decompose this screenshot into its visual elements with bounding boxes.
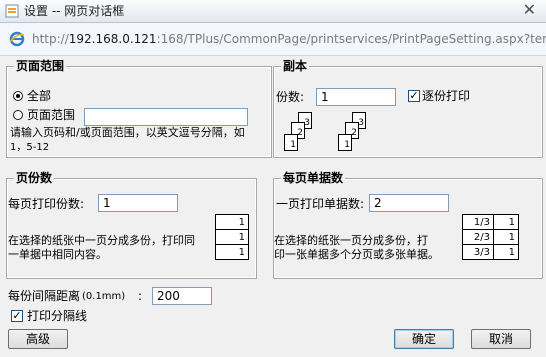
preview-cell: 3/3 bbox=[462, 244, 494, 260]
page-copies-input[interactable] bbox=[98, 194, 178, 212]
per-page-legend: 每页单据数 bbox=[281, 171, 346, 185]
page-copies-desc: 一单据中相同内容。 bbox=[8, 248, 107, 261]
preview-cell: 1 bbox=[215, 229, 249, 245]
separator-checkbox[interactable]: ✓ bbox=[11, 310, 23, 322]
per-page-input[interactable] bbox=[369, 194, 449, 212]
page-copies-preview: 1 1 1 bbox=[215, 214, 249, 260]
separator-label: 打印分隔线 bbox=[27, 309, 88, 323]
spacing-label: 每份间隔距离 bbox=[8, 289, 81, 303]
collate-checkbox[interactable]: ✓ bbox=[408, 90, 420, 102]
url-scheme: http:// bbox=[32, 32, 69, 46]
per-page-preview: 1/3 1 2/3 1 3/3 1 bbox=[462, 214, 519, 260]
all-pages-radio[interactable] bbox=[13, 91, 23, 101]
page-range-example: 1，5-12 bbox=[10, 142, 50, 153]
preview-cell: 1 bbox=[215, 244, 249, 260]
page-thumb: 1 bbox=[338, 134, 352, 151]
page-thumb: 1 bbox=[284, 134, 298, 151]
page-range-hint: 请输入页码和/或页面范围，以英文逗号分隔，如 bbox=[10, 126, 245, 139]
ok-button[interactable]: 确定 bbox=[394, 329, 454, 349]
cancel-button[interactable]: 取消 bbox=[471, 329, 531, 349]
preview-cell: 2/3 bbox=[462, 229, 494, 245]
page-range-input[interactable] bbox=[84, 108, 248, 126]
address-bar: http://192.168.0.121:168/TPlus/CommonPag… bbox=[0, 23, 546, 56]
all-pages-label: 全部 bbox=[27, 89, 52, 103]
preview-cell: 1 bbox=[215, 214, 249, 230]
window-title: 设置 -- 网页对话框 bbox=[24, 4, 125, 18]
preview-cell: 1/3 bbox=[462, 214, 494, 230]
copies-count-input[interactable] bbox=[316, 88, 396, 106]
copies-count-label: 份数: bbox=[276, 90, 305, 104]
preview-cell: 1 bbox=[493, 214, 519, 230]
preview-cell: 1 bbox=[493, 244, 519, 260]
url-host: 192.168.0.121 bbox=[68, 32, 157, 46]
page-copies-legend: 页份数 bbox=[14, 171, 55, 185]
page-copies-label: 每页打印份数: bbox=[8, 197, 85, 211]
copies-legend: 副本 bbox=[281, 59, 310, 73]
page-copies-desc: 在选择的纸张中一页分成多份，打印同 bbox=[8, 234, 195, 247]
url-path: :168/TPlus/CommonPage/printservices/Prin… bbox=[156, 32, 546, 46]
spacing-unit: (0.1mm) bbox=[82, 291, 126, 302]
page-range-legend: 页面范围 bbox=[14, 59, 67, 73]
close-icon[interactable]: ✕ bbox=[523, 1, 536, 19]
spacing-colon: : bbox=[138, 289, 143, 303]
per-page-label: 一页打印单据数: bbox=[276, 197, 365, 211]
page-range-label: 页面范围 bbox=[27, 108, 76, 122]
ie-page-icon bbox=[5, 4, 19, 18]
collate-label: 逐份打印 bbox=[422, 89, 471, 103]
page-range-radio[interactable] bbox=[13, 110, 23, 120]
spacing-input[interactable] bbox=[152, 287, 212, 305]
title-bar: 设置 -- 网页对话框 ✕ bbox=[0, 0, 546, 23]
address-url: http://192.168.0.121:168/TPlus/CommonPag… bbox=[32, 31, 546, 47]
copies-group: 副本 bbox=[273, 59, 543, 158]
preview-cell: 1 bbox=[493, 229, 519, 245]
per-page-desc: 印一张单据多个分页或多张单据。 bbox=[274, 248, 439, 261]
per-page-desc: 在选择的纸张一页分成多份，打 bbox=[274, 234, 428, 247]
ie-logo-icon bbox=[9, 31, 25, 47]
advanced-button[interactable]: 高级 bbox=[8, 329, 68, 349]
